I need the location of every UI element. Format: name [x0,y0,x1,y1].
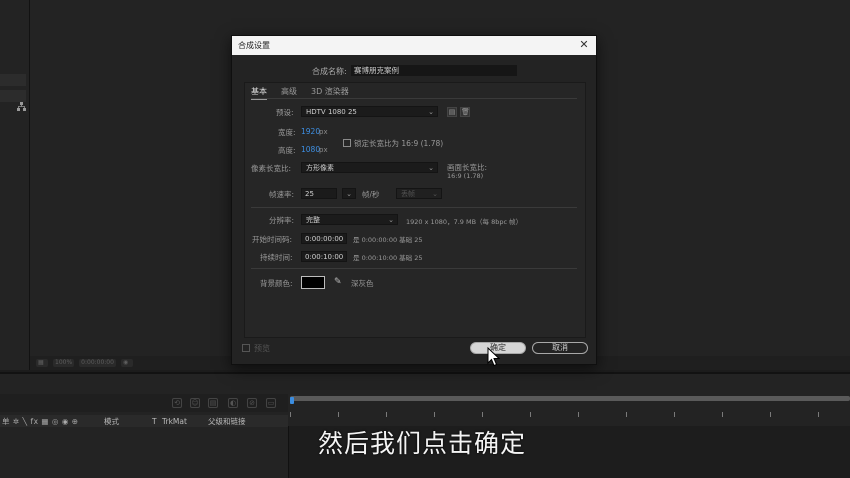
pixel-aspect-value: 方形像素 [306,164,334,172]
zoom-dropdown[interactable]: 100% [53,359,75,367]
frame-rate-dropdown[interactable]: ⌄ [342,188,356,199]
grid-icon[interactable]: ▦ [36,359,48,367]
composition-name-input[interactable]: 赛博朋克案例 [351,65,517,76]
project-row[interactable] [0,74,26,86]
settings-panel: 基本 高级 3D 渲染器 预设: HDTV 1080 25 ⌄ ▤ 🗑 宽度: … [244,82,586,338]
camera-icon[interactable]: ◉ [120,359,133,367]
width-unit: px [319,128,328,136]
preset-dropdown[interactable]: HDTV 1080 25 ⌄ [301,106,438,117]
graph-editor-icon[interactable]: ⊘ [247,398,257,408]
chart-icon[interactable]: ▭ [266,398,276,408]
resolution-dropdown[interactable]: 完整 ⌄ [301,214,398,225]
delete-preset-icon[interactable]: 🗑 [460,107,470,117]
ruler-tick [674,412,675,417]
ruler-tick [818,412,819,417]
motion-blur-icon[interactable]: ◐ [228,398,238,408]
composition-settings-dialog: 合成设置 ✕ 合成名称: 赛博朋克案例 基本 高级 3D 渲染器 预设: HDT… [231,35,597,365]
frame-rate-label: 帧速率: [269,190,295,199]
resolution-label: 分辨率: [269,216,295,225]
eyedropper-icon[interactable]: ✎ [334,277,342,287]
drop-frame-dropdown[interactable]: 丢帧 ⌄ [396,188,442,199]
timeline-toolbar [0,394,288,412]
background-color-label: 背景颜色: [260,279,293,288]
duration-label: 持续时间: [260,253,293,262]
hierarchy-icon[interactable] [17,102,26,114]
ruler-tick [434,412,435,417]
start-timecode-input[interactable]: 0:00:00:00 [301,233,347,244]
chevron-down-icon: ⌄ [428,164,434,172]
background-color-swatch[interactable] [301,276,325,289]
start-timecode-label: 开始时间码: [252,235,293,244]
cancel-button[interactable]: 取消 [532,342,588,354]
ruler-tick [482,412,483,417]
tabs-divider [251,98,577,99]
duration-info: 是 0:00:10:00 基础 25 [353,254,423,262]
ruler-tick [290,412,291,417]
start-timecode-info: 是 0:00:00:00 基础 25 [353,236,423,244]
background-color-name: 深灰色 [351,279,374,288]
frame-blend-icon[interactable]: ▤ [208,398,218,408]
mouse-cursor-icon [487,347,501,367]
dialog-titlebar: 合成设置 ✕ [232,36,596,55]
section-divider [251,207,577,208]
composition-name-label: 合成名称: [312,67,347,76]
layer-list[interactable] [0,427,288,478]
lock-aspect-checkbox[interactable] [343,139,351,147]
preset-label: 预设: [276,108,294,117]
duration-input[interactable]: 0:00:10:00 [301,251,347,262]
ruler-tick [530,412,531,417]
frame-aspect-value: 16:9 (1.78) [447,172,484,180]
preview-checkbox[interactable] [242,344,250,352]
parent-header: 父级和链接 [208,416,246,426]
mode-header: 模式 [104,416,119,426]
height-unit: px [319,146,328,154]
timecode-display[interactable]: 0:00:00:00 [79,359,116,367]
ruler-tick [338,412,339,417]
pixel-aspect-dropdown[interactable]: 方形像素 ⌄ [301,162,438,173]
ruler-tick [386,412,387,417]
width-value[interactable]: 1920 [301,127,320,136]
time-ruler[interactable] [288,394,850,426]
dialog-title: 合成设置 [238,41,270,50]
composition-name-row: 合成名称: 赛博朋克案例 [232,64,596,78]
close-icon[interactable]: ✕ [578,39,590,51]
chevron-down-icon: ⌄ [388,216,394,224]
frame-rate-input[interactable]: 25 [301,188,337,199]
resolution-info: 1920 x 1080，7.9 MB（每 8bpc 帧） [406,218,523,226]
preset-value: HDTV 1080 25 [306,108,357,116]
shy-icon[interactable]: ☺ [190,398,200,408]
ruler-tick [770,412,771,417]
work-area-bar[interactable] [290,396,850,404]
chevron-down-icon: ⌄ [432,190,438,198]
height-value[interactable]: 1080 [301,145,320,154]
section-divider [251,268,577,269]
save-preset-icon[interactable]: ▤ [447,107,457,117]
t-header: T [152,416,157,426]
fps-label: 帧/秒 [362,190,380,199]
pixel-aspect-label: 像素长宽比: [251,164,292,173]
project-panel [0,0,30,370]
preview-label: 预览 [254,344,270,353]
video-subtitle: 然后我们点击确定 [318,429,527,458]
ruler-tick [722,412,723,417]
ruler-tick [578,412,579,417]
chevron-down-icon: ⌄ [346,190,352,198]
project-row[interactable] [0,90,26,102]
ruler-tick [626,412,627,417]
width-label: 宽度: [278,128,296,137]
resolution-value: 完整 [306,216,320,224]
lock-aspect-label: 锁定长宽比为 16:9 (1.78) [354,139,444,148]
drop-frame-value: 丢帧 [401,190,415,198]
trkmat-header: TrkMat [162,416,187,426]
chevron-down-icon: ⌄ [428,108,434,116]
switches-header: 单 ✲ ╲ fx ▦ ◎ ◉ ⊕ [2,416,79,426]
draft-3d-icon[interactable]: ⟲ [172,398,182,408]
height-label: 高度: [278,146,296,155]
work-area-start-handle[interactable] [290,397,294,404]
timeline-column-header: 单 ✲ ╲ fx ▦ ◎ ◉ ⊕ 模式 T TrkMat 父级和链接 [0,415,288,427]
